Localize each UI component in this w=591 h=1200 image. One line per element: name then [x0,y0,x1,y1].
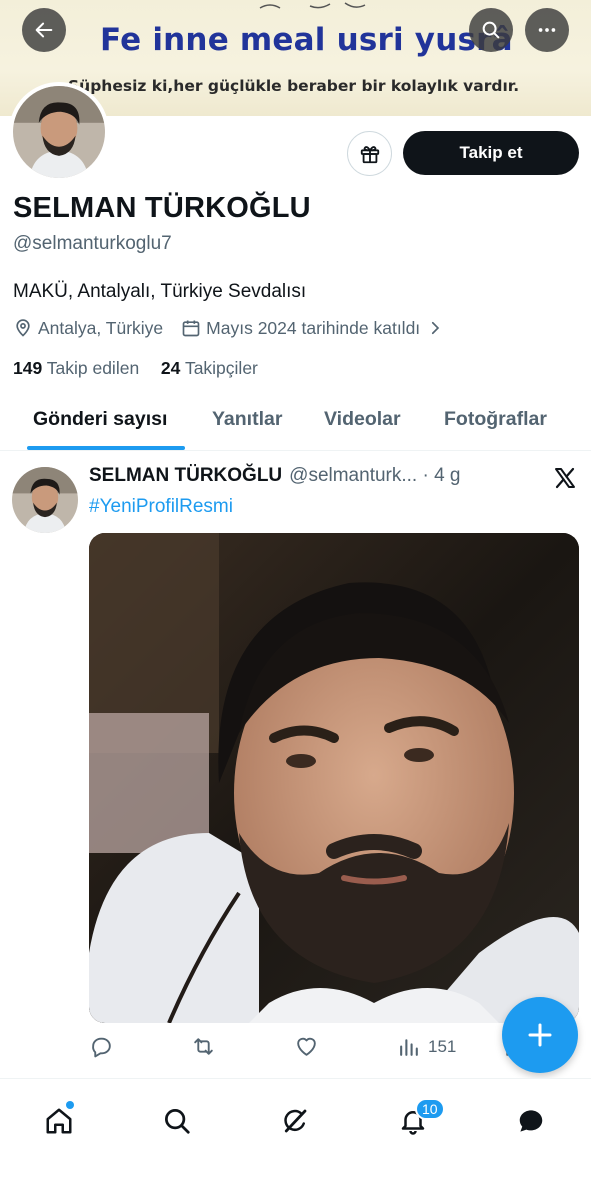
nav-messages[interactable] [511,1101,551,1141]
profile-handle: @selmanturkoglu7 [13,233,172,254]
post-photo[interactable] [89,533,579,1023]
post-header: SELMAN TÜRKOĞLU @selmanturk... · 4 g [89,465,461,487]
gift-button[interactable] [347,131,392,176]
following-link[interactable]: 149 Takip edilen [13,358,139,378]
profile-tabs: Gönderi sayısı Yanıtlar Videolar Fotoğra… [0,396,591,451]
active-tab-indicator [27,446,185,450]
post-author-name[interactable]: SELMAN TÜRKOĞLU [89,465,282,487]
gift-icon [360,145,379,163]
grok-icon [284,1109,307,1133]
follow-stats: 149 Takip edilen 24 Takipçiler [13,358,258,379]
views-button[interactable]: 151 [397,1034,456,1059]
reply-button[interactable] [89,1034,114,1059]
heart-icon [297,1037,316,1056]
repost-icon [194,1038,213,1055]
nav-grok[interactable] [275,1101,315,1141]
nav-search[interactable] [157,1101,197,1141]
avatar-image [12,467,78,533]
avatar-image [13,86,105,178]
followers-link[interactable]: 24 Takipçiler [161,358,258,378]
back-button[interactable] [22,8,66,52]
calendar-icon [182,320,200,337]
followers-count: 24 [160,358,181,378]
tab-posts[interactable]: Gönderi sayısı [33,408,167,431]
more-horizontal-icon [538,28,556,32]
reply-icon [92,1037,111,1058]
notifications-badge: 10 [415,1098,445,1120]
tab-photos[interactable]: Fotoğraflar [444,408,547,431]
like-button[interactable] [294,1034,319,1059]
search-icon [165,1109,190,1134]
views-count: 151 [428,1036,457,1056]
profile-bio: MAKÜ, Antalyalı, Türkiye Sevdalısı [13,281,307,302]
following-count: 149 [13,358,43,378]
search-icon [482,21,500,39]
post-author-handle-time[interactable]: @selmanturk... · 4 g [289,465,460,487]
chevron-right-icon[interactable] [426,319,444,337]
profile-location: Antalya, Türkiye [38,317,164,338]
plus-icon [528,1023,552,1047]
views-chart-icon [400,1039,418,1056]
followers-label: Takipçiler [184,358,258,378]
post-hashtag[interactable]: #YeniProfilResmi [89,496,233,518]
follow-button[interactable]: Takip et [403,131,579,175]
post-image [89,533,579,1023]
home-icon [46,1108,72,1134]
search-button[interactable] [469,8,513,52]
home-unread-dot [66,1101,74,1109]
profile-avatar[interactable] [9,82,109,182]
arrow-left-icon [35,22,53,38]
chat-bubble-icon [519,1110,543,1132]
compose-post-button[interactable] [502,997,578,1073]
calligraphy-decoration [259,2,366,9]
bottom-navigation: 10 [0,1078,591,1200]
banner-title: Fe inne meal usri yusrâ [100,22,513,58]
more-button[interactable] [525,8,569,52]
banner-subtitle: Şüphesiz ki,her güçlükle beraber bir kol… [68,77,520,95]
post-author-avatar[interactable] [12,467,78,533]
x-logo-icon [555,467,575,489]
profile-name: SELMAN TÜRKOĞLU [13,192,311,224]
profile-meta: Antalya, Türkiye Mayıs 2024 tarihinde ka… [13,317,444,339]
tab-videos[interactable]: Videolar [324,408,401,431]
location-icon [16,319,30,337]
repost-button[interactable] [191,1034,216,1059]
following-label: Takip edilen [46,358,140,378]
profile-joined: Mayıs 2024 tarihinde katıldı [206,317,421,338]
tab-replies[interactable]: Yanıtlar [212,408,282,431]
